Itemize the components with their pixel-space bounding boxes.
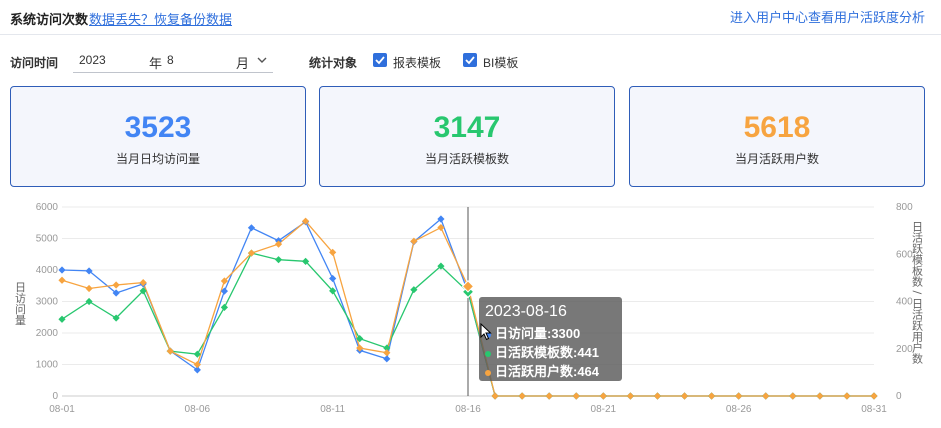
point-users [545, 392, 553, 400]
point-users [518, 392, 526, 400]
kpi-caption: 当月日均访问量 [115, 152, 200, 166]
kpi-card-active-templates: 3147 当月活跃模板数 [319, 86, 615, 187]
x-tick: 08-16 [455, 404, 481, 415]
legend-dot-users [485, 369, 491, 376]
x-tick: 08-21 [591, 404, 617, 415]
chevron-down-icon[interactable] [256, 54, 268, 66]
x-tick: 08-26 [726, 404, 752, 415]
point-users [599, 392, 607, 400]
point-visits [58, 266, 66, 274]
y-tick-left: 5000 [36, 234, 59, 245]
year-unit: 年 [149, 56, 163, 71]
point-templates [274, 256, 283, 264]
year-month-picker[interactable]: 2023 年 8 月 [73, 50, 273, 73]
year-value: 2023 [79, 53, 106, 67]
bi-template-label[interactable]: BI模板 [483, 54, 518, 71]
time-label: 访问时间 [10, 56, 59, 70]
point-users [58, 276, 66, 284]
check-icon [465, 56, 475, 65]
y-tick-left: 4000 [36, 265, 59, 276]
header-bar: 系统访问次数 数据丢失？恢复备份数据 进入用户中心查看用户活跃度分析 [0, 0, 941, 35]
x-tick: 08-01 [49, 404, 75, 415]
check-icon [375, 56, 385, 65]
chart-ticks: 0100020003000400050006000020040060080008… [36, 202, 913, 415]
point-templates [58, 315, 66, 323]
y-tick-left: 6000 [36, 202, 59, 213]
tooltip-templates-text: 日活跃模板数:441 [495, 345, 600, 360]
y-axis-left-title: 日访问量 [14, 282, 27, 326]
y-axis-right-title: 日活跃模板数 / 日活跃用户数 [911, 221, 924, 364]
y-tick-left: 3000 [36, 297, 59, 308]
kpi-card-active-users: 5618 当月活跃用户数 [629, 86, 925, 187]
x-tick: 08-31 [861, 404, 887, 415]
point-users [166, 347, 174, 355]
page-title: 系统访问次数 [10, 12, 89, 27]
y-tick-right: 0 [896, 391, 902, 402]
point-visits [329, 274, 337, 283]
user-center-link[interactable]: 进入用户中心查看用户活跃度分析 [730, 7, 925, 26]
trend-chart[interactable]: 0100020003000400050006000020040060080008… [0, 190, 941, 428]
point-users [762, 392, 770, 400]
bi-template-checkbox[interactable] [463, 53, 477, 67]
legend-dot-templates [485, 350, 491, 357]
tooltip-row-users: 日活跃用户数:464 [485, 361, 599, 380]
point-templates [220, 303, 228, 312]
kpi-value: 3147 [433, 111, 501, 144]
kpi-card-daily-visits: 3523 当月日均访问量 [10, 86, 306, 187]
point-users [85, 284, 93, 293]
point-visits [247, 224, 256, 232]
point-users [112, 281, 120, 289]
chart-grid [62, 206, 874, 397]
kpi-value: 3523 [124, 111, 192, 144]
mouse-pointer-icon [480, 323, 492, 341]
point-users [626, 392, 634, 400]
point-users [816, 392, 824, 400]
restore-backup-link[interactable]: 数据丢失？恢复备份数据 [89, 9, 232, 28]
point-users [708, 392, 716, 400]
tooltip-date: 2023-08-16 [485, 303, 567, 320]
target-label: 统计对象 [309, 56, 358, 70]
point-users [789, 392, 797, 400]
point-templates [85, 297, 93, 306]
point-users [843, 392, 851, 400]
kpi-caption: 当月活跃用户数 [734, 152, 819, 166]
y-tick-left: 0 [52, 391, 58, 402]
tooltip-users-text: 日活跃用户数:464 [495, 364, 600, 379]
tooltip-row-visits: 日访问量:3300 [485, 323, 580, 342]
y-tick-left: 1000 [36, 360, 59, 371]
chart-tooltip: 2023-08-16 日访问量:3300 日活跃模板数:441 日活跃用户数:4… [479, 297, 622, 381]
point-users [491, 392, 499, 400]
filter-bar: 访问时间 2023 年 8 月 统计对象 报表模板 BI模板 [0, 50, 941, 74]
kpi-caption: 当月活跃模板数 [424, 152, 509, 166]
kpi-value: 5618 [743, 111, 811, 144]
tooltip-visits-text: 日访问量:3300 [495, 326, 581, 341]
month-value: 8 [167, 53, 174, 67]
report-template-checkbox[interactable] [373, 53, 387, 67]
point-users [735, 392, 743, 400]
x-tick: 08-11 [320, 404, 345, 415]
month-unit: 月 [236, 56, 250, 71]
point-users [653, 392, 662, 400]
x-tick: 08-06 [185, 404, 211, 415]
y-tick-right: 800 [896, 202, 913, 213]
tooltip-row-templates: 日活跃模板数:441 [485, 342, 599, 361]
point-users [680, 392, 689, 400]
point-users [870, 392, 878, 400]
report-template-label[interactable]: 报表模板 [393, 54, 441, 71]
point-users [572, 392, 580, 400]
y-tick-left: 2000 [36, 328, 59, 339]
